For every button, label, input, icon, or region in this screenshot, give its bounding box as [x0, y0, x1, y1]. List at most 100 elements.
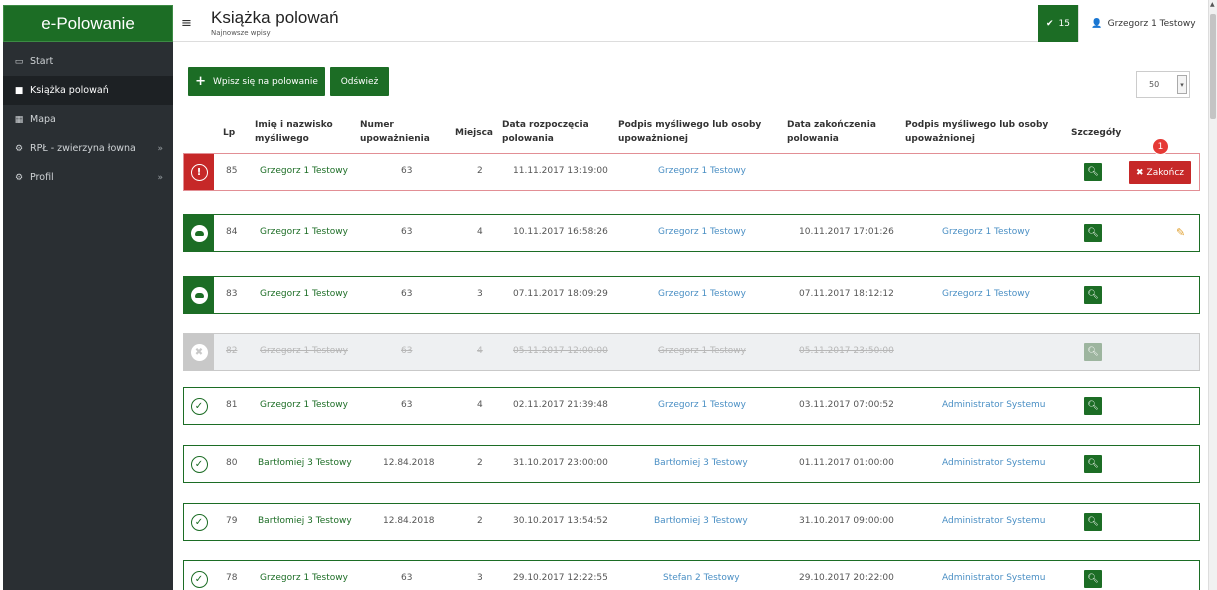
cell-hunter-name[interactable]: Grzegorz 1 Testowy [260, 400, 348, 410]
page-size-select[interactable]: 50 ▾ [1136, 71, 1190, 98]
sidebar-item-game[interactable]: ⚙ RPŁ - zwierzyna łowna » [3, 134, 173, 163]
main-content: + Wpisz się na polowanie Odśwież 50 ▾ Lp… [173, 42, 1208, 590]
cell-end-date: 01.11.2017 01:00:00 [799, 458, 894, 468]
sidebar-item-profile[interactable]: ⚙ Profil » [3, 163, 173, 192]
cell-start-date: 29.10.2017 12:22:55 [513, 573, 608, 583]
cell-auth-number: 63 [401, 227, 413, 237]
cell-auth-number: 12.84.2018 [383, 458, 435, 468]
cell-lp: 80 [226, 458, 238, 468]
status-cell: ✓ [184, 561, 214, 590]
cell-signature-start[interactable]: Bartłomiej 3 Testowy [654, 458, 748, 468]
cell-auth-number: 12.84.2018 [383, 516, 435, 526]
details-button[interactable]: 🔍︎ [1084, 224, 1102, 242]
cell-signature-end[interactable]: Grzegorz 1 Testowy [942, 227, 1030, 237]
cell-auth-number: 63 [401, 166, 413, 176]
table-row[interactable]: 83 Grzegorz 1 Testowy 63 3 07.11.2017 18… [183, 276, 1200, 314]
details-button[interactable]: 🔍︎ [1084, 397, 1102, 415]
cell-auth-number: 63 [401, 289, 413, 299]
col-header-sig1-line1: Podpis myśliwego lub osoby [618, 120, 762, 130]
cell-lp: 81 [226, 400, 238, 410]
cell-place: 2 [477, 516, 483, 526]
cell-signature-start[interactable]: Stefan 2 Testowy [663, 573, 740, 583]
user-name: Grzegorz 1 Testowy [1107, 18, 1196, 29]
search-icon: 🔍︎ [1087, 459, 1099, 469]
cell-signature-end[interactable]: Administrator Systemu [942, 573, 1045, 583]
sidebar-item-label: Książka polowań [30, 85, 109, 96]
sidebar-item-label: Profil [30, 172, 54, 183]
cell-place: 2 [477, 458, 483, 468]
cell-start-date: 30.10.2017 13:54:52 [513, 516, 608, 526]
add-hunt-button[interactable]: + Wpisz się na polowanie [188, 67, 325, 96]
sidebar-item-start[interactable]: ▭ Start [3, 47, 173, 76]
exclamation-circle-icon: ! [190, 163, 208, 181]
status-cell: ✖ [184, 334, 214, 370]
check-circle-icon: ✓ [190, 455, 208, 473]
refresh-button[interactable]: Odśwież [330, 67, 389, 96]
cell-signature-end[interactable]: Administrator Systemu [942, 400, 1045, 410]
check-circle-icon: ✓ [190, 513, 208, 531]
scrollbar-thumb[interactable] [1210, 14, 1216, 119]
scroll-up-icon[interactable]: ▲ [1210, 1, 1215, 8]
brand-logo[interactable]: e-Polowanie [3, 5, 173, 42]
cell-hunter-name[interactable]: Grzegorz 1 Testowy [260, 166, 348, 176]
page-scrollbar[interactable]: ▲ [1208, 0, 1217, 590]
cogs-icon: ⚙ [14, 172, 24, 183]
cell-end-date: 05.11.2017 23:50:00 [799, 346, 894, 356]
col-header-auth: Numer upoważnienia [360, 118, 430, 146]
status-cell: ✓ [184, 504, 214, 540]
cell-signature-start[interactable]: Grzegorz 1 Testowy [658, 166, 746, 176]
sidebar-item-label: RPŁ - zwierzyna łowna [30, 143, 136, 154]
cell-signature-start[interactable]: Grzegorz 1 Testowy [658, 227, 746, 237]
table-row[interactable]: ✖ 82 Grzegorz 1 Testowy 63 4 05.11.2017 … [183, 333, 1200, 371]
cell-place: 4 [477, 400, 483, 410]
cell-signature-start[interactable]: Grzegorz 1 Testowy [658, 400, 746, 410]
user-menu[interactable]: 👤 Grzegorz 1 Testowy [1078, 5, 1208, 42]
details-button[interactable]: 🔍︎ [1084, 455, 1102, 473]
cell-signature-end[interactable]: Administrator Systemu [942, 516, 1045, 526]
details-button[interactable]: 🔍︎ [1084, 513, 1102, 531]
details-button[interactable]: 🔍︎ [1084, 570, 1102, 588]
table-row[interactable]: ✓ 80 Bartłomiej 3 Testowy 12.84.2018 2 3… [183, 445, 1200, 483]
col-header-auth-line1: Numer [360, 120, 394, 130]
sidebar: e-Polowanie ▭ Start ■ Książka polowań ▦ … [3, 5, 173, 590]
table-row[interactable]: 84 Grzegorz 1 Testowy 63 4 10.11.2017 16… [183, 214, 1200, 252]
col-header-auth-line2: upoważnienia [360, 134, 430, 144]
col-header-end: Data zakończenia polowania [787, 118, 876, 146]
search-icon: 🔍︎ [1087, 347, 1099, 357]
details-button[interactable]: 🔍︎ [1084, 343, 1102, 361]
cell-lp: 84 [226, 227, 238, 237]
details-button[interactable]: 🔍︎ [1084, 163, 1102, 181]
col-header-name-line1: Imię i nazwisko [255, 120, 333, 130]
sidebar-item-book[interactable]: ■ Książka polowań [3, 76, 173, 105]
cell-hunter-name[interactable]: Grzegorz 1 Testowy [260, 573, 348, 583]
table-row[interactable]: ✓ 79 Bartłomiej 3 Testowy 12.84.2018 2 3… [183, 503, 1200, 541]
pencil-icon[interactable]: ✎ [1176, 226, 1185, 239]
check-circle-icon: ✓ [190, 397, 208, 415]
cell-hunter-name[interactable]: Grzegorz 1 Testowy [260, 289, 348, 299]
finish-hunt-button[interactable]: ✖ Zakończ [1129, 161, 1191, 184]
hamburger-menu-icon[interactable]: ≡ [181, 17, 192, 30]
cell-signature-end[interactable]: Grzegorz 1 Testowy [942, 289, 1030, 299]
search-icon: 🔍︎ [1087, 228, 1099, 238]
check-circle-icon: ✓ [190, 570, 208, 588]
col-header-start-line2: polowania [502, 134, 554, 144]
sidebar-item-map[interactable]: ▦ Mapa [3, 105, 173, 134]
col-header-signature1: Podpis myśliwego lub osoby upoważnionej [618, 118, 761, 146]
cell-signature-end[interactable]: Administrator Systemu [942, 458, 1045, 468]
notifications-button[interactable]: ✔ 15 [1038, 5, 1078, 42]
cell-hunter-name[interactable]: Grzegorz 1 Testowy [260, 227, 348, 237]
notification-count: 15 [1058, 18, 1070, 29]
cell-place: 4 [477, 346, 483, 356]
cell-end-date: 07.11.2017 18:12:12 [799, 289, 894, 299]
cell-signature-start[interactable]: Grzegorz 1 Testowy [658, 289, 746, 299]
table-row[interactable]: ! 85 Grzegorz 1 Testowy 63 2 11.11.2017 … [183, 138, 1200, 191]
table-row[interactable]: ✓ 78 Grzegorz 1 Testowy 63 3 29.10.2017 … [183, 560, 1200, 590]
cell-hunter-name[interactable]: Bartłomiej 3 Testowy [258, 458, 352, 468]
cell-signature-start[interactable]: Bartłomiej 3 Testowy [654, 516, 748, 526]
plus-icon: + [195, 74, 206, 89]
chevron-down-icon: ✔ [1046, 18, 1054, 29]
search-icon: 🔍︎ [1087, 401, 1099, 411]
table-row[interactable]: ✓ 81 Grzegorz 1 Testowy 63 4 02.11.2017 … [183, 387, 1200, 425]
details-button[interactable]: 🔍︎ [1084, 286, 1102, 304]
cell-hunter-name[interactable]: Bartłomiej 3 Testowy [258, 516, 352, 526]
